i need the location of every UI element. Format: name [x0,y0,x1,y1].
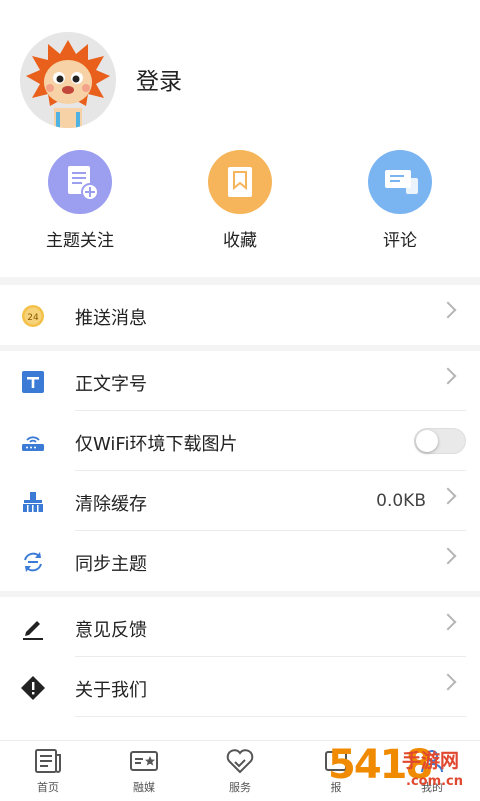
chevron-right-icon [439,367,457,385]
settings-row-push[interactable]: 24 推送消息 [0,285,480,345]
tab-label: 首页 [37,781,59,794]
tab-home[interactable]: 首页 [0,747,96,795]
settings-row-label: 关于我们 [75,680,147,701]
chevron-right-icon [439,613,457,631]
toggle-knob [416,430,438,452]
profile-header: 登录 主题关注 收藏 评论 [0,0,480,270]
quick-action-label: 收藏 [223,231,257,251]
settings-row-clear-cache[interactable]: 清除缓存 0.0KB [0,471,480,531]
login-link[interactable]: 登录 [136,62,182,96]
text-t-icon [20,369,46,395]
chevron-right-icon [439,673,457,691]
lion-mascot-icon [20,32,116,128]
settings-row-label: 推送消息 [75,308,147,329]
settings-row-wifi-only[interactable]: 仅WiFi环境下载图片 [0,411,480,471]
section-divider [0,277,480,285]
tab-media[interactable]: 融媒 [96,747,192,795]
chat-icon [368,150,432,214]
settings-row-label: 正文字号 [75,374,147,395]
settings-row-label: 清除缓存 [75,494,147,515]
quick-action-favorites[interactable]: 收藏 [160,150,320,260]
settings-row-sync-theme[interactable]: 同步主题 [0,531,480,591]
cache-size-value: 0.0KB [376,491,426,511]
settings-row-about[interactable]: 关于我们 [0,657,480,717]
watermark-domain: .com.cn [406,774,464,789]
warning-diamond-icon [20,675,46,701]
watermark-site-name: 手游网 [402,750,460,772]
avatar[interactable] [20,32,116,128]
settings-row-font-size[interactable]: 正文字号 [0,351,480,411]
quick-action-label: 评论 [383,231,417,251]
settings-row-feedback[interactable]: 意见反馈 [0,597,480,657]
chevron-right-icon [439,301,457,319]
router-icon [20,429,46,455]
sync-icon [20,549,46,575]
heart-service-icon [225,747,255,775]
quick-action-comments[interactable]: 评论 [320,150,480,260]
chevron-right-icon [439,487,457,505]
quick-action-label: 主题关注 [46,231,114,251]
chevron-right-icon [439,547,457,565]
media-card-icon [129,747,159,775]
bookmark-icon [208,150,272,214]
pencil-icon [20,615,46,641]
quick-action-topics[interactable]: 主题关注 [0,150,160,260]
broom-icon [20,489,46,515]
tab-label: 融媒 [133,781,155,794]
site-watermark: 5418 手游网 .com.cn [322,740,480,800]
newspaper-icon [33,747,63,775]
settings-row-label: 同步主题 [75,554,147,575]
document-add-icon [48,150,112,214]
wifi-only-toggle[interactable] [414,428,466,454]
svg-text:24: 24 [27,313,39,323]
tab-label: 服务 [229,781,251,794]
settings-row-label: 意见反馈 [75,620,147,641]
settings-row-label: 仅WiFi环境下载图片 [75,434,238,455]
tab-service[interactable]: 服务 [192,747,288,795]
clock-24-icon: 24 [20,303,46,329]
